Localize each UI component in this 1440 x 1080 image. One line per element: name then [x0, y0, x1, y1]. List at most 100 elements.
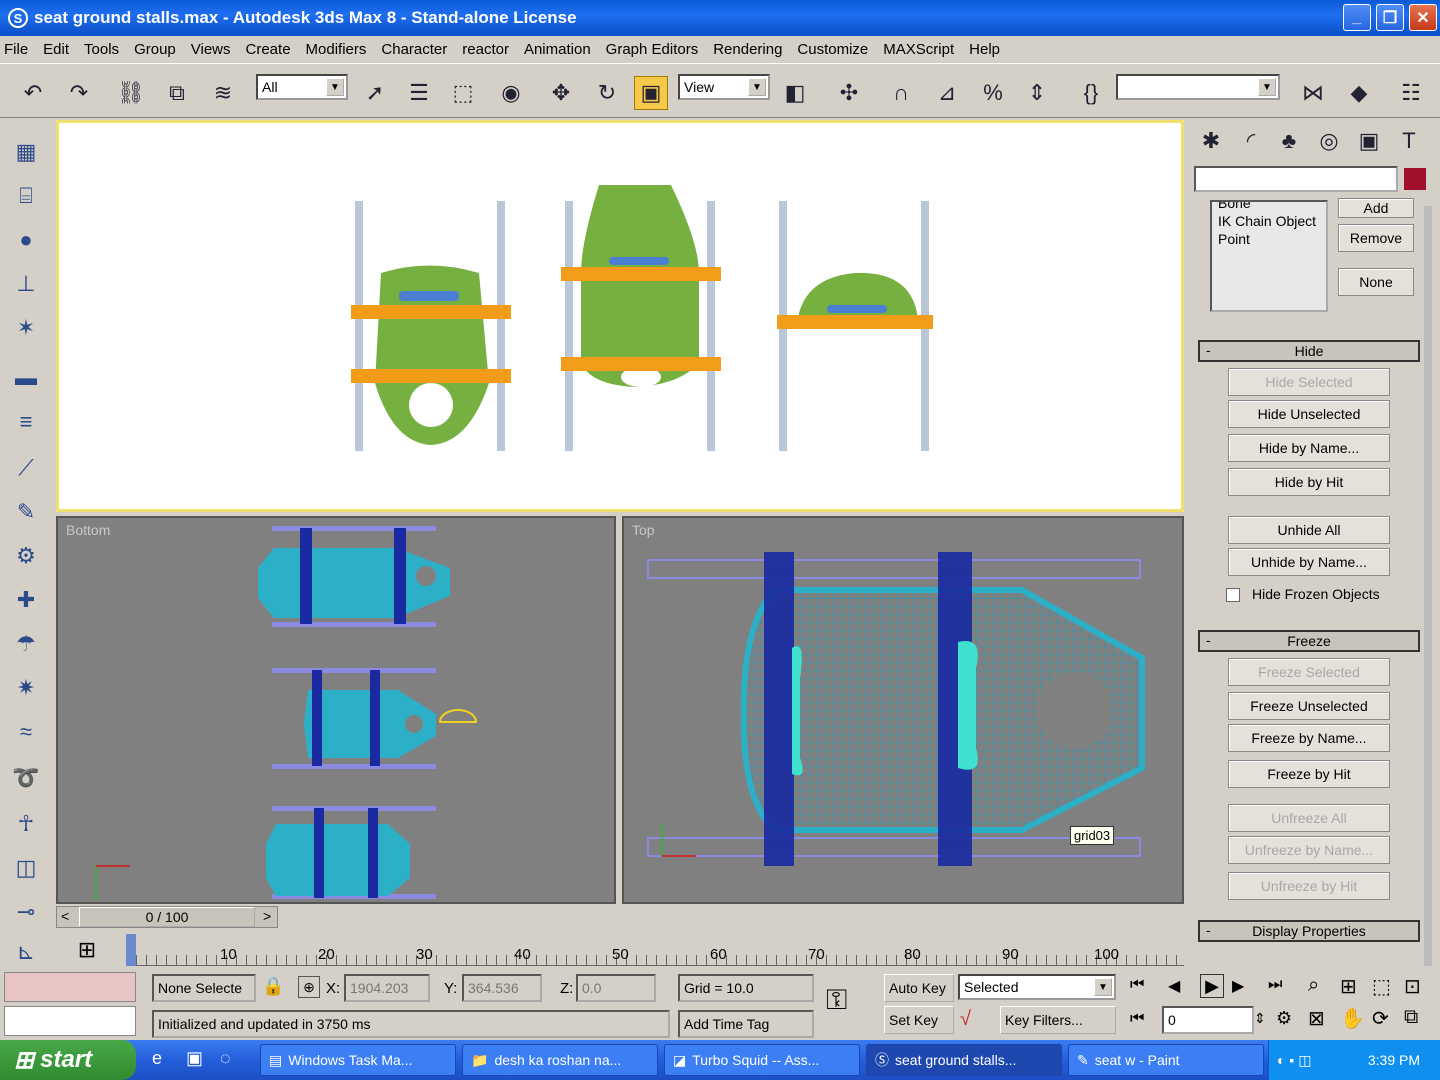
character-icon[interactable]: ☥: [8, 806, 44, 842]
freeze-selected-button[interactable]: Freeze Selected: [1228, 658, 1390, 686]
helper-icon[interactable]: ✚: [8, 582, 44, 618]
current-frame-field[interactable]: 0: [1162, 1006, 1254, 1034]
maxscript-listener-white[interactable]: [4, 1006, 136, 1036]
hide-by-name-button[interactable]: Hide by Name...: [1228, 434, 1390, 462]
foot-icon[interactable]: ⊾: [8, 934, 44, 970]
figure-icon[interactable]: ✶: [8, 310, 44, 346]
bone-icon[interactable]: ⟋: [8, 450, 44, 486]
menu-character[interactable]: Character: [381, 41, 447, 58]
region-zoom-icon[interactable]: ⊠: [1308, 1006, 1325, 1031]
menu-edit[interactable]: Edit: [43, 41, 69, 58]
umbrella-icon[interactable]: ☂: [8, 626, 44, 662]
taskbar-item-task-manager[interactable]: ▤ Windows Task Ma...: [260, 1044, 456, 1076]
layers-icon[interactable]: ≡: [8, 404, 44, 440]
menu-views[interactable]: Views: [191, 41, 231, 58]
remove-button[interactable]: Remove: [1338, 224, 1414, 252]
maxscript-listener-pink[interactable]: [4, 972, 136, 1002]
time-slider-next-icon[interactable]: >: [263, 908, 271, 924]
unfreeze-by-name-button[interactable]: Unfreeze by Name...: [1228, 836, 1390, 864]
close-button[interactable]: ✕: [1409, 4, 1437, 31]
hide-selected-button[interactable]: Hide Selected: [1228, 368, 1390, 396]
lock-icon[interactable]: 🔒: [262, 976, 284, 997]
link-icon[interactable]: ⛓: [114, 76, 148, 110]
time-marker[interactable]: [126, 934, 136, 966]
none-button[interactable]: None: [1338, 268, 1414, 296]
spring-icon[interactable]: ➰: [8, 760, 44, 796]
taskbar-item-3dsmax[interactable]: Ⓢseat ground stalls...: [866, 1044, 1062, 1076]
rectangular-selection-icon[interactable]: ⬚: [446, 76, 480, 110]
angle-snap-icon[interactable]: ⊿: [930, 76, 964, 110]
sphere-icon[interactable]: ●: [8, 222, 44, 258]
named-selection-dropdown[interactable]: ▼: [1116, 74, 1280, 100]
play-icon[interactable]: ▶: [1200, 974, 1224, 998]
move-icon[interactable]: ✥: [544, 76, 578, 110]
unfreeze-by-hit-button[interactable]: Unfreeze by Hit: [1228, 872, 1390, 900]
cylinder-icon[interactable]: ⌸: [8, 178, 44, 214]
perspective-viewport[interactable]: [56, 120, 1184, 512]
align-icon[interactable]: ◆: [1342, 76, 1376, 110]
restore-button[interactable]: ❐: [1376, 4, 1404, 31]
selection-filter-dropdown[interactable]: All ▼: [256, 74, 348, 100]
menu-customize[interactable]: Customize: [797, 41, 868, 58]
show-desktop-icon[interactable]: ▣: [186, 1048, 203, 1069]
display-tab-icon[interactable]: ▣: [1352, 124, 1386, 158]
hide-rollout[interactable]: - Hide: [1198, 340, 1420, 362]
create-tab-icon[interactable]: ✱: [1194, 124, 1228, 158]
select-object-icon[interactable]: ➚: [358, 76, 392, 110]
menu-rendering[interactable]: Rendering: [713, 41, 782, 58]
brush-icon[interactable]: ✎: [8, 494, 44, 530]
menu-tools[interactable]: Tools: [84, 41, 119, 58]
key-filters-button[interactable]: Key Filters...: [1000, 1006, 1116, 1034]
object-name-field[interactable]: [1194, 166, 1398, 192]
menu-file[interactable]: File: [4, 41, 28, 58]
particle-icon[interactable]: ✷: [8, 670, 44, 706]
z-coordinate-field[interactable]: 0.0: [576, 974, 656, 1002]
edit-named-selection-icon[interactable]: {}: [1074, 76, 1108, 110]
zoom-extents-all-icon[interactable]: ⊡: [1404, 974, 1421, 999]
key-mode-toggle-icon[interactable]: ⏮: [1130, 1010, 1144, 1028]
go-to-end-icon[interactable]: ⏭: [1268, 976, 1282, 994]
zoom-all-icon[interactable]: ⊞: [1340, 974, 1357, 999]
browser-icon[interactable]: ◌: [220, 1048, 231, 1069]
unhide-all-button[interactable]: Unhide All: [1228, 516, 1390, 544]
top-viewport[interactable]: Top grid03: [622, 516, 1184, 904]
previous-frame-icon[interactable]: ◀: [1168, 976, 1180, 996]
menu-group[interactable]: Group: [134, 41, 176, 58]
hide-by-hit-button[interactable]: Hide by Hit: [1228, 468, 1390, 496]
hide-unselected-button[interactable]: Hide Unselected: [1228, 400, 1390, 428]
transform-type-in-icon[interactable]: ⊕: [298, 976, 320, 998]
next-frame-icon[interactable]: ▶: [1232, 976, 1244, 996]
boxes-icon[interactable]: ▦: [8, 134, 44, 170]
bottom-viewport[interactable]: Bottom: [56, 516, 616, 904]
select-by-name-icon[interactable]: ☰: [402, 76, 436, 110]
undo-icon[interactable]: ↶: [16, 76, 50, 110]
scale-icon[interactable]: ▣: [634, 76, 668, 110]
display-properties-rollout[interactable]: - Display Properties: [1198, 920, 1420, 942]
internet-explorer-icon[interactable]: e: [152, 1048, 162, 1069]
menu-graph-editors[interactable]: Graph Editors: [606, 41, 699, 58]
unhide-by-name-button[interactable]: Unhide by Name...: [1228, 548, 1390, 576]
tube-icon[interactable]: ⊸: [8, 894, 44, 930]
panel-scrollbar[interactable]: [1424, 206, 1432, 966]
freeze-by-name-button[interactable]: Freeze by Name...: [1228, 724, 1390, 752]
biped-icon[interactable]: ⊥: [8, 266, 44, 302]
list-item[interactable]: Bone: [1218, 202, 1326, 212]
taskbar-item-folder[interactable]: 📁 desh ka roshan na...: [462, 1044, 658, 1076]
redo-icon[interactable]: ↷: [62, 76, 96, 110]
curve-editor-icon[interactable]: ⊞: [70, 936, 104, 964]
set-key-button[interactable]: Set Key: [884, 1006, 954, 1034]
add-button[interactable]: Add: [1338, 198, 1414, 218]
mirror-icon[interactable]: ⋈: [1296, 76, 1330, 110]
rotate-icon[interactable]: ↻: [590, 76, 624, 110]
bind-space-warp-icon[interactable]: ≋: [206, 76, 240, 110]
pivot-center-icon[interactable]: ◧: [778, 76, 812, 110]
minimize-button[interactable]: _: [1343, 4, 1371, 31]
time-slider-prev-icon[interactable]: <: [61, 908, 69, 924]
menu-maxscript[interactable]: MAXScript: [883, 41, 954, 58]
render-region-icon[interactable]: ▬: [8, 360, 44, 396]
motion-tab-icon[interactable]: ◎: [1312, 124, 1346, 158]
list-item[interactable]: IK Chain Object: [1218, 212, 1326, 230]
menu-create[interactable]: Create: [246, 41, 291, 58]
freeze-rollout[interactable]: - Freeze: [1198, 630, 1420, 652]
category-list[interactable]: Bone IK Chain Object Point: [1210, 200, 1328, 312]
